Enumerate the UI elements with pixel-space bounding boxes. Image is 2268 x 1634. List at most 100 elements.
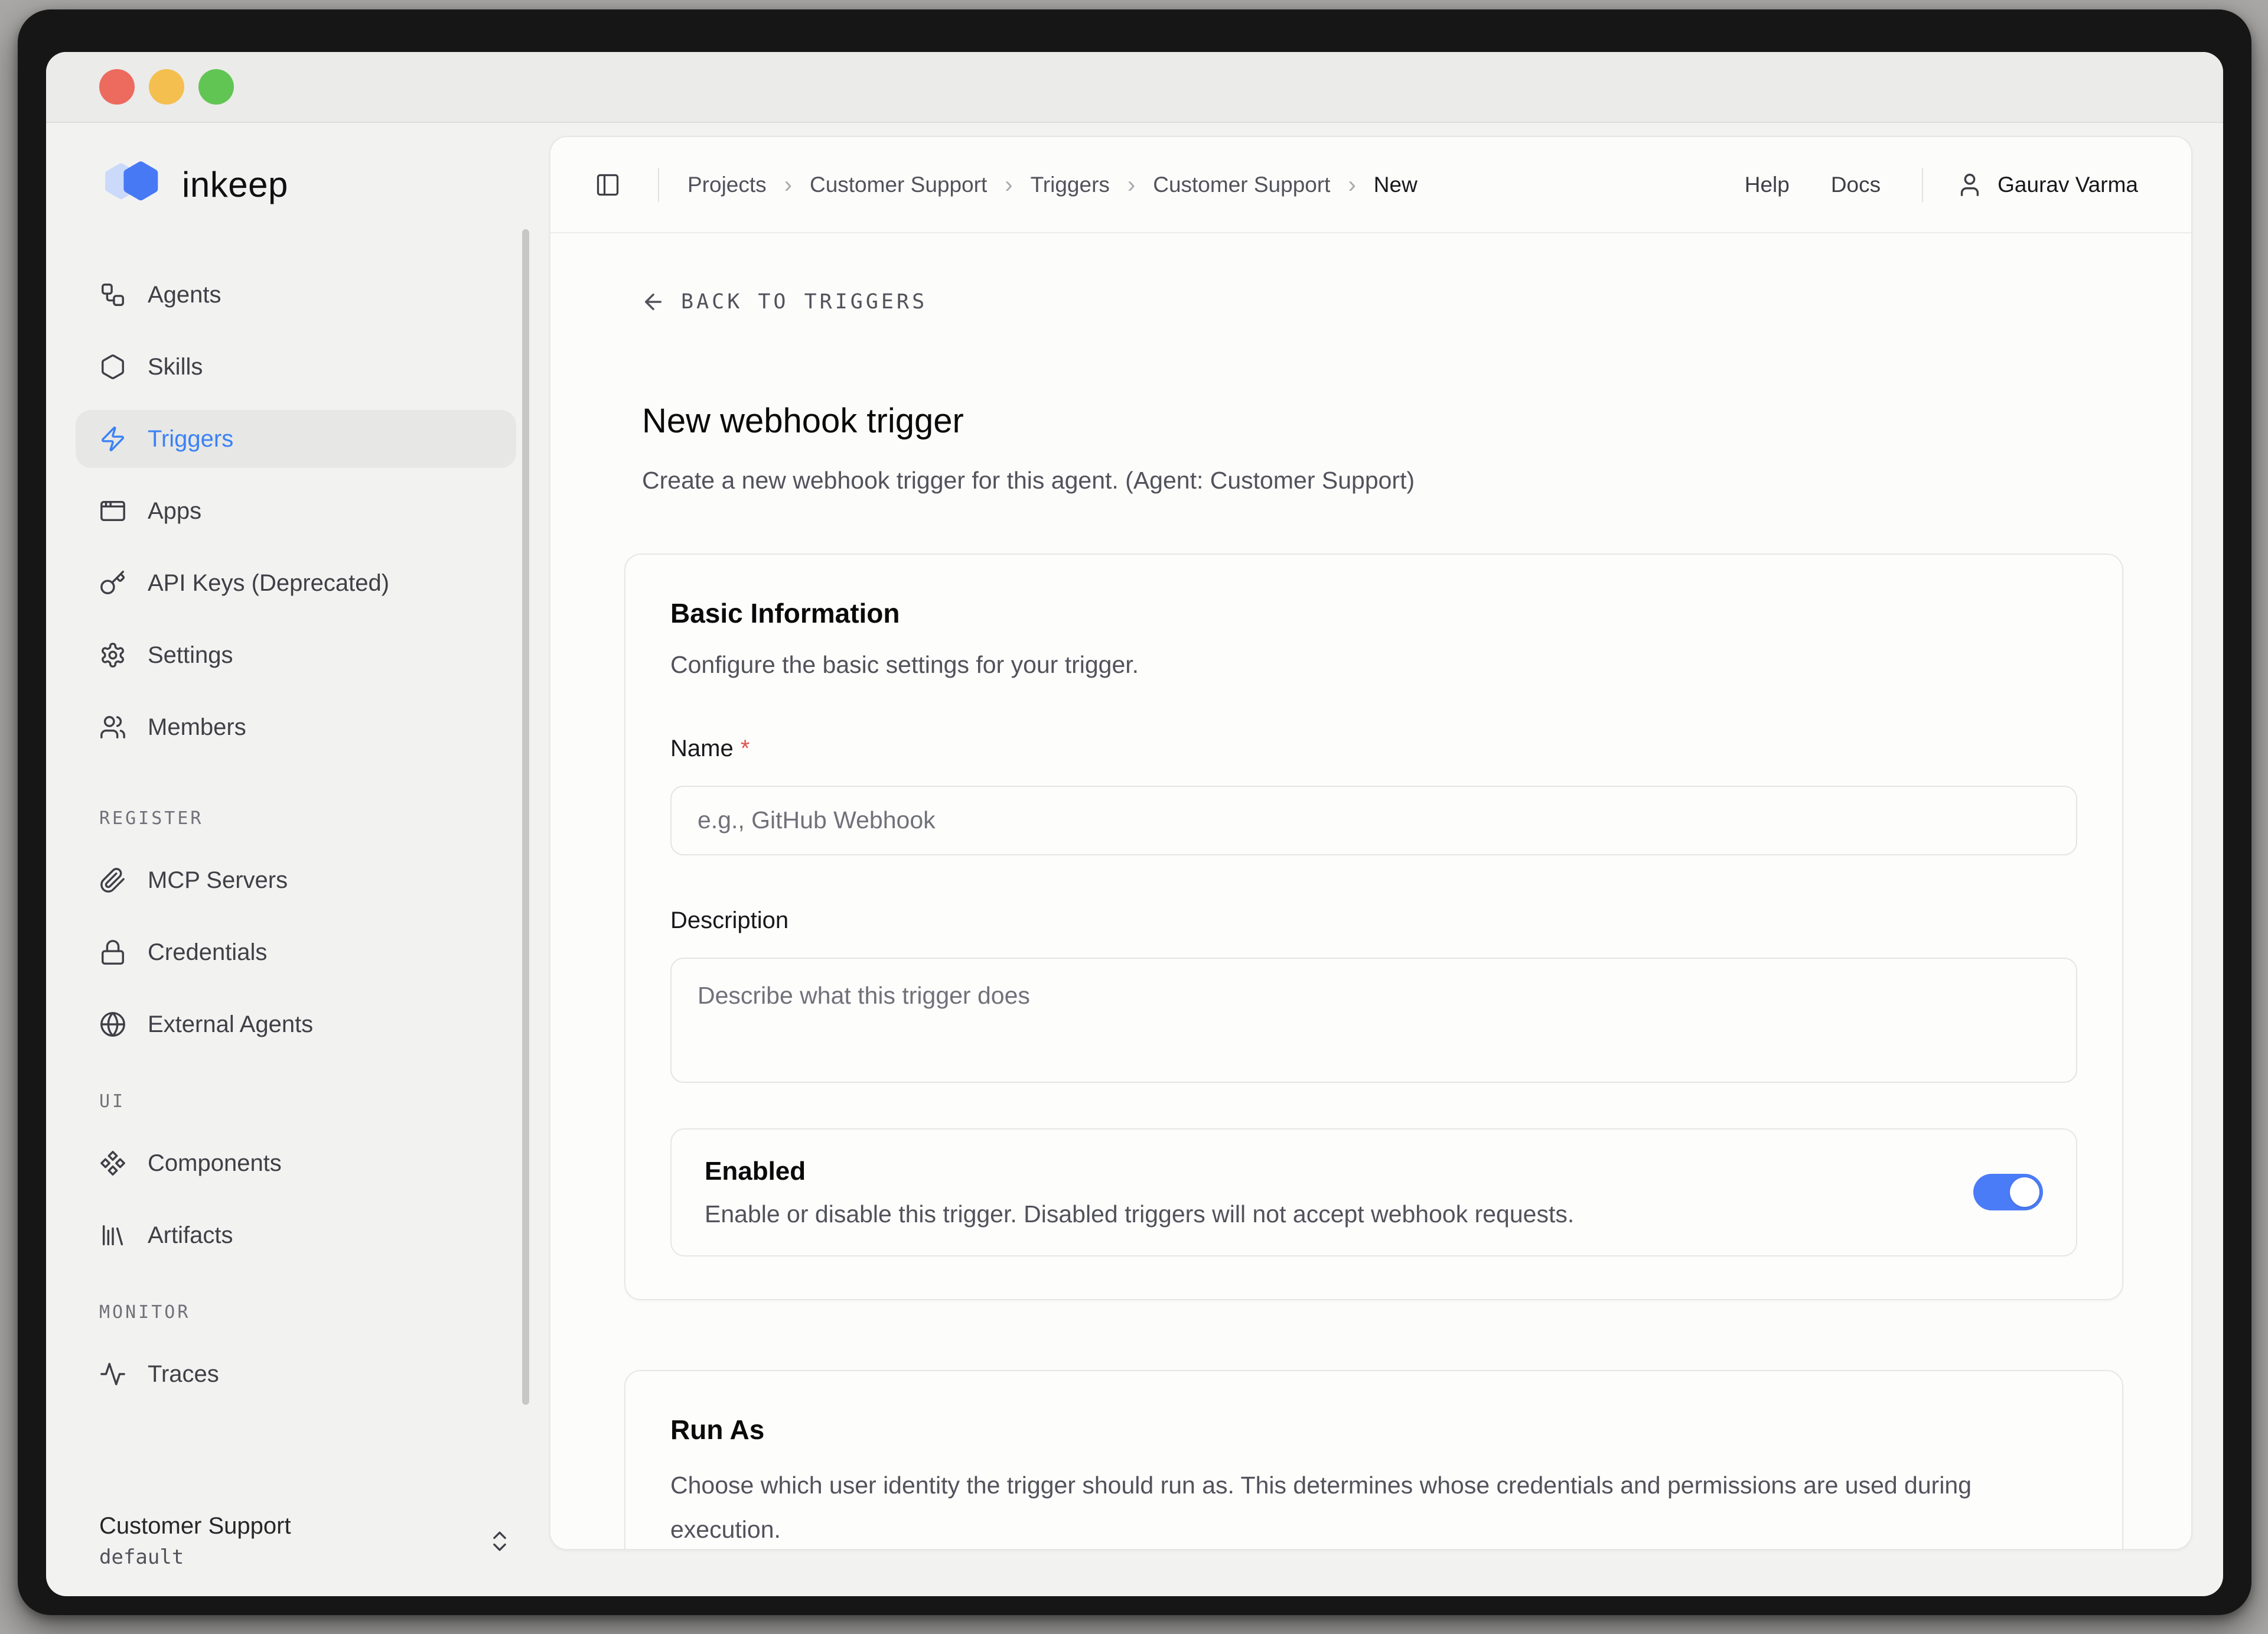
window-titlebar: [46, 52, 2223, 123]
library-icon: [99, 1222, 126, 1249]
sidebar-item-mcp-servers[interactable]: MCP Servers: [76, 851, 516, 909]
sidebar-item-artifacts[interactable]: Artifacts: [76, 1206, 516, 1264]
sidebar-section-title-ui: UI: [99, 1091, 516, 1112]
enabled-label: Enabled: [705, 1157, 1938, 1186]
chevrons-up-down-icon: [487, 1528, 513, 1554]
sidebar-item-triggers[interactable]: Triggers: [76, 410, 516, 468]
basic-information-title: Basic Information: [670, 597, 2077, 629]
window-content: inkeep Agents Skills Triggers Apps API Keys …: [46, 123, 2223, 1596]
help-link[interactable]: Help: [1745, 172, 1790, 197]
sidebar-item-label: Credentials: [148, 939, 267, 966]
sidebar-item-settings[interactable]: Settings: [76, 626, 516, 684]
sidebar-item-external-agents[interactable]: External Agents: [76, 995, 516, 1053]
users-icon: [99, 714, 126, 741]
app-window: inkeep Agents Skills Triggers Apps API Keys …: [46, 52, 2223, 1596]
description-textarea[interactable]: [670, 958, 2077, 1083]
description-label: Description: [670, 907, 2077, 934]
gear-icon: [99, 642, 126, 669]
sidebar-scrollbar[interactable]: [522, 229, 529, 1405]
device-frame: inkeep Agents Skills Triggers Apps API Keys …: [18, 9, 2251, 1615]
sidebar-item-apps[interactable]: Apps: [76, 482, 516, 540]
project-variant: default: [99, 1545, 291, 1569]
sidebar-item-api-keys-deprecated[interactable]: API Keys (Deprecated): [76, 554, 516, 612]
project-switcher[interactable]: Customer Support default: [99, 1513, 516, 1569]
logo-wordmark: inkeep: [182, 164, 288, 205]
basic-information-card: Basic Information Configure the basic se…: [624, 554, 2123, 1300]
main-area: Projects › Customer Support › Triggers › Custo…: [549, 123, 2223, 1596]
page-scroll-area[interactable]: BACK TO TRIGGERS New webhook trigger Cre…: [550, 233, 2191, 1549]
sidebar-item-label: Settings: [148, 642, 233, 669]
arrow-left-icon: [641, 289, 666, 314]
user-name: Gaurav Varma: [1997, 172, 2138, 197]
hexagon-icon: [99, 353, 126, 380]
sidebar-item-label: Skills: [148, 354, 203, 380]
header-right: Help Docs Gaurav Varma: [1703, 168, 2138, 202]
breadcrumb-item[interactable]: Customer Support: [810, 172, 987, 197]
page-subtitle: Create a new webhook trigger for this ag…: [642, 467, 2123, 494]
sidebar-item-label: Members: [148, 714, 246, 741]
component-icon: [99, 1150, 126, 1177]
back-to-triggers-link[interactable]: BACK TO TRIGGERS: [641, 289, 927, 314]
sidebar-item-traces[interactable]: Traces: [76, 1345, 516, 1403]
enabled-description: Enable or disable this trigger. Disabled…: [705, 1200, 1938, 1228]
sidebar-item-label: Agents: [148, 282, 221, 308]
breadcrumb-separator: ›: [784, 173, 792, 197]
basic-information-description: Configure the basic settings for your tr…: [670, 647, 2077, 683]
sidebar-nav-sections: REGISTER MCP Servers Credentials External A…: [99, 770, 516, 1417]
run-as-description: Choose which user identity the trigger s…: [670, 1463, 2076, 1550]
key-icon: [99, 569, 126, 597]
main-panel: Projects › Customer Support › Triggers › Custo…: [549, 136, 2192, 1550]
panel-left-icon: [595, 172, 621, 198]
app-window-icon: [99, 497, 126, 525]
user-icon: [1956, 171, 1983, 198]
sidebar-item-label: External Agents: [148, 1011, 313, 1038]
sidebar-item-label: API Keys (Deprecated): [148, 570, 389, 597]
breadcrumb-item[interactable]: Customer Support: [1153, 172, 1330, 197]
globe-icon: [99, 1011, 126, 1038]
minimize-window-button[interactable]: [149, 69, 184, 105]
breadcrumb-item: New: [1374, 172, 1418, 197]
docs-link[interactable]: Docs: [1831, 172, 1881, 197]
sidebar-item-credentials[interactable]: Credentials: [76, 923, 516, 981]
paperclip-icon: [99, 867, 126, 894]
sidebar-section-title-register: REGISTER: [99, 808, 516, 829]
run-as-card: Run As Choose which user identity the tr…: [624, 1370, 2123, 1550]
breadcrumb: Projects › Customer Support › Triggers › Custo…: [687, 172, 1418, 197]
sidebar-item-label: Artifacts: [148, 1222, 233, 1249]
enabled-toggle[interactable]: [1973, 1174, 2043, 1210]
inkeep-logo[interactable]: inkeep: [99, 157, 516, 211]
sidebar-item-members[interactable]: Members: [76, 698, 516, 756]
sidebar-section-title-monitor: MONITOR: [99, 1302, 516, 1323]
enabled-setting-row: Enabled Enable or disable this trigger. …: [670, 1128, 2077, 1257]
sidebar-item-label: Components: [148, 1150, 282, 1177]
sidebar-toggle-button[interactable]: [586, 163, 630, 207]
breadcrumb-separator: ›: [1348, 173, 1355, 197]
required-mark: *: [741, 735, 750, 761]
breadcrumb-item[interactable]: Projects: [687, 172, 767, 197]
sidebar-item-components[interactable]: Components: [76, 1134, 516, 1192]
header-divider: [658, 168, 659, 202]
page-title: New webhook trigger: [642, 401, 2123, 441]
zoom-window-button[interactable]: [198, 69, 234, 105]
close-window-button[interactable]: [99, 69, 135, 105]
lock-icon: [99, 939, 126, 966]
sidebar-item-agents[interactable]: Agents: [76, 266, 516, 324]
header-divider: [1922, 168, 1923, 202]
name-input[interactable]: [670, 786, 2077, 855]
sidebar-nav-main: Agents Skills Triggers Apps API Keys (Deprec…: [99, 266, 516, 770]
zap-icon: [99, 425, 126, 453]
workflow-icon: [99, 281, 126, 308]
sidebar-item-label: MCP Servers: [148, 867, 288, 894]
breadcrumb-separator: ›: [1005, 173, 1012, 197]
user-menu[interactable]: Gaurav Varma: [1956, 171, 2138, 198]
sidebar: inkeep Agents Skills Triggers Apps API Keys …: [46, 123, 549, 1596]
activity-icon: [99, 1360, 126, 1388]
project-name: Customer Support: [99, 1513, 291, 1539]
sidebar-item-skills[interactable]: Skills: [76, 338, 516, 396]
page-header: Projects › Customer Support › Triggers › Custo…: [550, 137, 2191, 233]
breadcrumb-item[interactable]: Triggers: [1031, 172, 1110, 197]
inkeep-logo-mark: [99, 157, 170, 211]
sidebar-item-label: Apps: [148, 498, 201, 525]
sidebar-item-label: Triggers: [148, 426, 233, 453]
toggle-knob: [2010, 1177, 2039, 1207]
